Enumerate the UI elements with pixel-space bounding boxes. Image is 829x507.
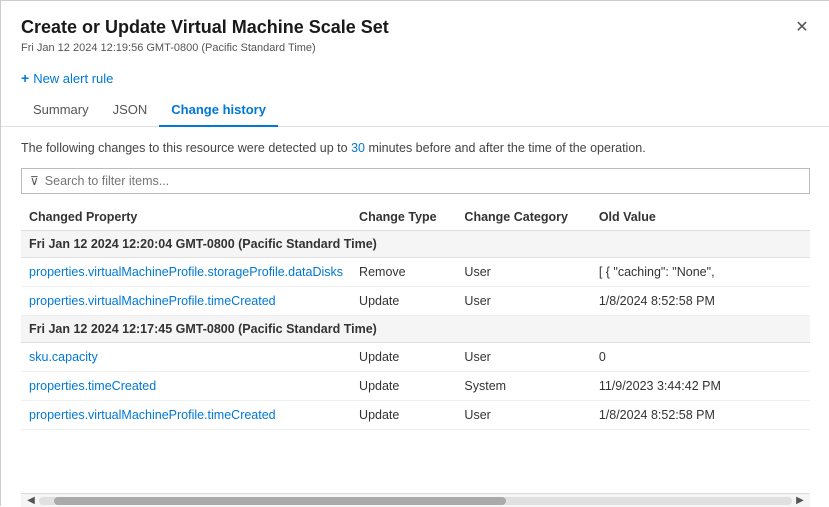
col-header-property: Changed Property <box>21 204 351 231</box>
main-content: The following changes to this resource w… <box>1 127 829 507</box>
oldvalue-cell: 1/8/2024 8:52:58 PM <box>591 400 810 429</box>
tab-change-history[interactable]: Change history <box>159 94 278 127</box>
property-cell[interactable]: properties.virtualMachineProfile.storage… <box>21 257 351 286</box>
property-cell[interactable]: properties.timeCreated <box>21 371 351 400</box>
dialog: Create or Update Virtual Machine Scale S… <box>1 1 829 507</box>
category-cell: User <box>456 342 590 371</box>
notice-prefix: The following changes to this resource w… <box>21 141 351 155</box>
property-cell[interactable]: properties.virtualMachineProfile.timeCre… <box>21 400 351 429</box>
dialog-title: Create or Update Virtual Machine Scale S… <box>21 17 810 38</box>
search-box[interactable]: ⊽ <box>21 168 810 194</box>
table-row: sku.capacityUpdateUser0 <box>21 342 810 371</box>
notice-suffix: minutes before and after the time of the… <box>365 141 646 155</box>
oldvalue-cell: 0 <box>591 342 810 371</box>
table-row: properties.timeCreatedUpdateSystem11/9/2… <box>21 371 810 400</box>
oldvalue-cell: 11/9/2023 3:44:42 PM <box>591 371 810 400</box>
table-row: properties.virtualMachineProfile.timeCre… <box>21 286 810 315</box>
tab-summary[interactable]: Summary <box>21 94 101 127</box>
horizontal-scrollbar[interactable]: ◀ ▶ <box>21 493 810 507</box>
type-cell: Update <box>351 371 456 400</box>
tabs-container: Summary JSON Change history <box>1 94 829 127</box>
property-cell[interactable]: properties.virtualMachineProfile.timeCre… <box>21 286 351 315</box>
tab-json[interactable]: JSON <box>101 94 160 127</box>
col-header-oldvalue: Old Value <box>591 204 810 231</box>
scrollbar-thumb[interactable] <box>54 497 506 505</box>
toolbar: + New alert rule <box>1 62 829 94</box>
type-cell: Remove <box>351 257 456 286</box>
table-group-row: Fri Jan 12 2024 12:17:45 GMT-0800 (Pacif… <box>21 315 810 342</box>
scrollbar-track[interactable] <box>39 497 792 505</box>
dialog-subtitle: Fri Jan 12 2024 12:19:56 GMT-0800 (Pacif… <box>21 42 810 54</box>
plus-icon: + <box>21 70 29 86</box>
table-container: Changed Property Change Type Change Cate… <box>21 204 810 493</box>
table-row: properties.virtualMachineProfile.storage… <box>21 257 810 286</box>
type-cell: Update <box>351 342 456 371</box>
filter-icon: ⊽ <box>30 174 39 188</box>
table-header-row: Changed Property Change Type Change Cate… <box>21 204 810 231</box>
group-label: Fri Jan 12 2024 12:17:45 GMT-0800 (Pacif… <box>21 315 810 342</box>
property-cell[interactable]: sku.capacity <box>21 342 351 371</box>
changes-table: Changed Property Change Type Change Cate… <box>21 204 810 430</box>
search-input[interactable] <box>45 174 801 188</box>
oldvalue-cell: [ { "caching": "None", <box>591 257 810 286</box>
col-header-type: Change Type <box>351 204 456 231</box>
col-header-category: Change Category <box>456 204 590 231</box>
table-row: properties.virtualMachineProfile.timeCre… <box>21 400 810 429</box>
type-cell: Update <box>351 286 456 315</box>
type-cell: Update <box>351 400 456 429</box>
new-alert-button[interactable]: + New alert rule <box>21 70 113 86</box>
scroll-right-arrow[interactable]: ▶ <box>792 495 808 506</box>
category-cell: User <box>456 257 590 286</box>
scroll-left-arrow[interactable]: ◀ <box>23 495 39 506</box>
table-group-row: Fri Jan 12 2024 12:20:04 GMT-0800 (Pacif… <box>21 230 810 257</box>
category-cell: System <box>456 371 590 400</box>
category-cell: User <box>456 400 590 429</box>
dialog-header: Create or Update Virtual Machine Scale S… <box>1 1 829 62</box>
close-button[interactable]: ✕ <box>790 15 814 39</box>
group-label: Fri Jan 12 2024 12:20:04 GMT-0800 (Pacif… <box>21 230 810 257</box>
new-alert-label: New alert rule <box>33 71 113 86</box>
notice-highlight: 30 <box>351 141 365 155</box>
notice-text: The following changes to this resource w… <box>21 139 810 158</box>
oldvalue-cell: 1/8/2024 8:52:58 PM <box>591 286 810 315</box>
category-cell: User <box>456 286 590 315</box>
